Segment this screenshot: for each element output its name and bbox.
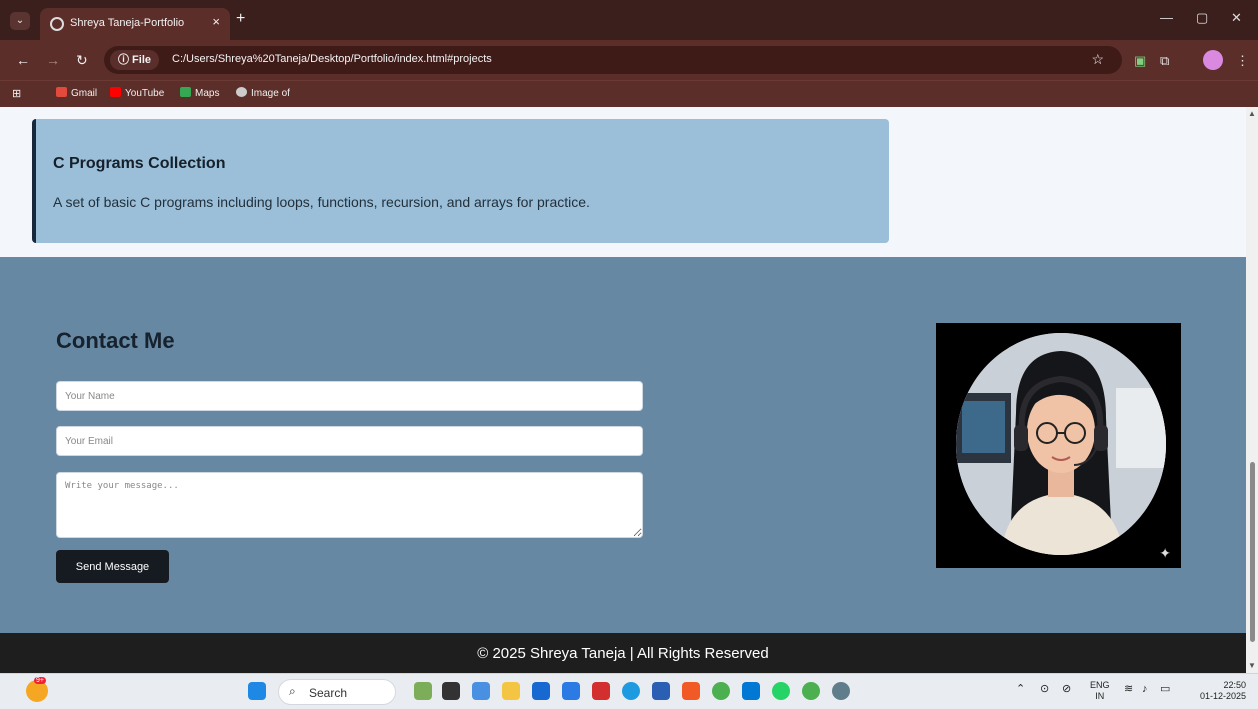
windows-start-icon[interactable] — [248, 682, 266, 700]
scrollbar-thumb[interactable] — [1250, 462, 1255, 642]
bookmarks-bar: ⊞ Gmail YouTube Maps Image of — [0, 80, 1258, 107]
mcafee-icon[interactable] — [592, 682, 610, 700]
globe-icon — [50, 17, 64, 31]
project-title: C Programs Collection — [53, 155, 226, 172]
site-info-chip[interactable]: ⓘ File — [110, 50, 160, 70]
taskbar-search[interactable]: ⌕ Search — [278, 679, 396, 705]
chrome-icon[interactable] — [712, 682, 730, 700]
tab-search-button[interactable]: ⌄ — [10, 12, 30, 30]
browser-tab-bar: ⌄ Shreya Taneja-Portfolio × + — ▢ ✕ — [0, 0, 1258, 40]
contact-heading: Contact Me — [56, 328, 175, 353]
store-icon[interactable] — [532, 682, 550, 700]
back-arrow-icon[interactable]: ← — [16, 52, 30, 68]
page-footer: © 2025 Shreya Taneja | All Rights Reserv… — [0, 633, 1246, 673]
app-icon[interactable] — [562, 682, 580, 700]
vscode-icon[interactable] — [742, 682, 760, 700]
puzzle-icon[interactable]: ⧉ — [1160, 53, 1169, 69]
address-url[interactable]: C:/Users/Shreya%20Taneja/Desktop/Portfol… — [172, 53, 492, 65]
forward-arrow-icon[interactable]: → — [46, 52, 60, 68]
restore-icon[interactable]: ▢ — [1196, 10, 1208, 26]
browser-tab[interactable]: Shreya Taneja-Portfolio × — [40, 8, 230, 40]
language-indicator[interactable]: ENG IN — [1090, 680, 1110, 702]
volume-icon[interactable]: ♪ — [1142, 684, 1148, 695]
file-explorer-icon[interactable] — [502, 682, 520, 700]
bookmark-star-icon[interactable]: ☆ — [1091, 51, 1104, 68]
whatsapp-icon[interactable] — [772, 682, 790, 700]
search-icon: ⌕ — [289, 684, 296, 698]
wifi-icon[interactable]: ≋ — [1124, 684, 1133, 695]
gmail-icon — [56, 87, 67, 97]
tab-close-button[interactable]: × — [212, 14, 220, 29]
clock[interactable]: 22:50 01-12-2025 — [1190, 680, 1246, 702]
contact-section: Contact Me Send Message — [0, 257, 1246, 633]
settings-gear-icon[interactable] — [832, 682, 850, 700]
widgets-icon[interactable] — [414, 682, 432, 700]
close-window-icon[interactable]: ✕ — [1231, 10, 1242, 26]
address-bar[interactable]: ⓘ File C:/Users/Shreya%20Taneja/Desktop/… — [104, 46, 1122, 74]
send-message-button[interactable]: Send Message — [56, 550, 169, 583]
scroll-up-icon[interactable]: ▲ — [1248, 109, 1256, 118]
bookmark-maps[interactable]: Maps — [180, 87, 219, 99]
reload-icon[interactable]: ↻ — [76, 52, 88, 69]
battery-icon[interactable]: ▭ — [1160, 684, 1170, 695]
message-textarea[interactable] — [56, 472, 643, 538]
new-tab-button[interactable]: + — [236, 10, 245, 28]
maps-icon — [180, 87, 191, 97]
avatar-svg — [956, 333, 1166, 555]
minimize-icon[interactable]: — — [1160, 10, 1173, 25]
copilot-icon[interactable] — [472, 682, 490, 700]
windows-taskbar: 9+ ⌕ Search ⌃ ⊙ ⊘ ENG IN ≋ ♪ ▭ 22:50 01-… — [0, 673, 1258, 709]
menu-kebab-icon[interactable]: ⋮ — [1236, 53, 1249, 69]
email-input[interactable] — [56, 426, 643, 456]
chevron-up-icon[interactable]: ⌃ — [1016, 684, 1025, 695]
sparkle-icon: ✦ — [1159, 545, 1171, 561]
search-label: Search — [309, 686, 348, 700]
globe-icon — [236, 87, 247, 97]
apps-grid-icon[interactable]: ⊞ — [12, 87, 21, 100]
browser-toolbar: ← → ↻ ⓘ File C:/Users/Shreya%20Taneja/De… — [0, 40, 1258, 80]
page-scrollbar[interactable]: ▲ ▼ — [1246, 107, 1258, 673]
page-viewport: C Programs Collection A set of basic C p… — [0, 107, 1246, 673]
profile-avatar[interactable] — [1203, 50, 1223, 70]
word-icon[interactable] — [652, 682, 670, 700]
bookmark-youtube[interactable]: YouTube — [110, 87, 164, 99]
profile-image: ✦ — [936, 323, 1181, 568]
notification-badge: 9+ — [34, 677, 46, 684]
bookmark-gmail[interactable]: Gmail — [56, 87, 97, 99]
brave-icon[interactable] — [682, 682, 700, 700]
footer-copyright: © 2025 Shreya Taneja | All Rights Reserv… — [477, 645, 769, 662]
chrome-profile-icon[interactable] — [802, 682, 820, 700]
network-icon[interactable]: ⊙ — [1040, 684, 1049, 695]
avatar-illustration — [956, 333, 1166, 555]
tab-title: Shreya Taneja-Portfolio — [70, 17, 185, 29]
name-input[interactable] — [56, 381, 643, 411]
do-not-disturb-icon[interactable]: ⊘ — [1062, 684, 1071, 695]
bookmark-image-of[interactable]: Image of — [236, 87, 290, 99]
weather-widget-icon[interactable]: 9+ — [26, 677, 48, 702]
task-view-icon[interactable] — [442, 682, 460, 700]
project-card: C Programs Collection A set of basic C p… — [32, 119, 889, 243]
edge-icon[interactable] — [622, 682, 640, 700]
extension-icon[interactable]: ▣ — [1134, 53, 1146, 69]
scroll-down-icon[interactable]: ▼ — [1248, 661, 1256, 670]
project-description: A set of basic C programs including loop… — [53, 194, 590, 210]
youtube-icon — [110, 87, 121, 97]
